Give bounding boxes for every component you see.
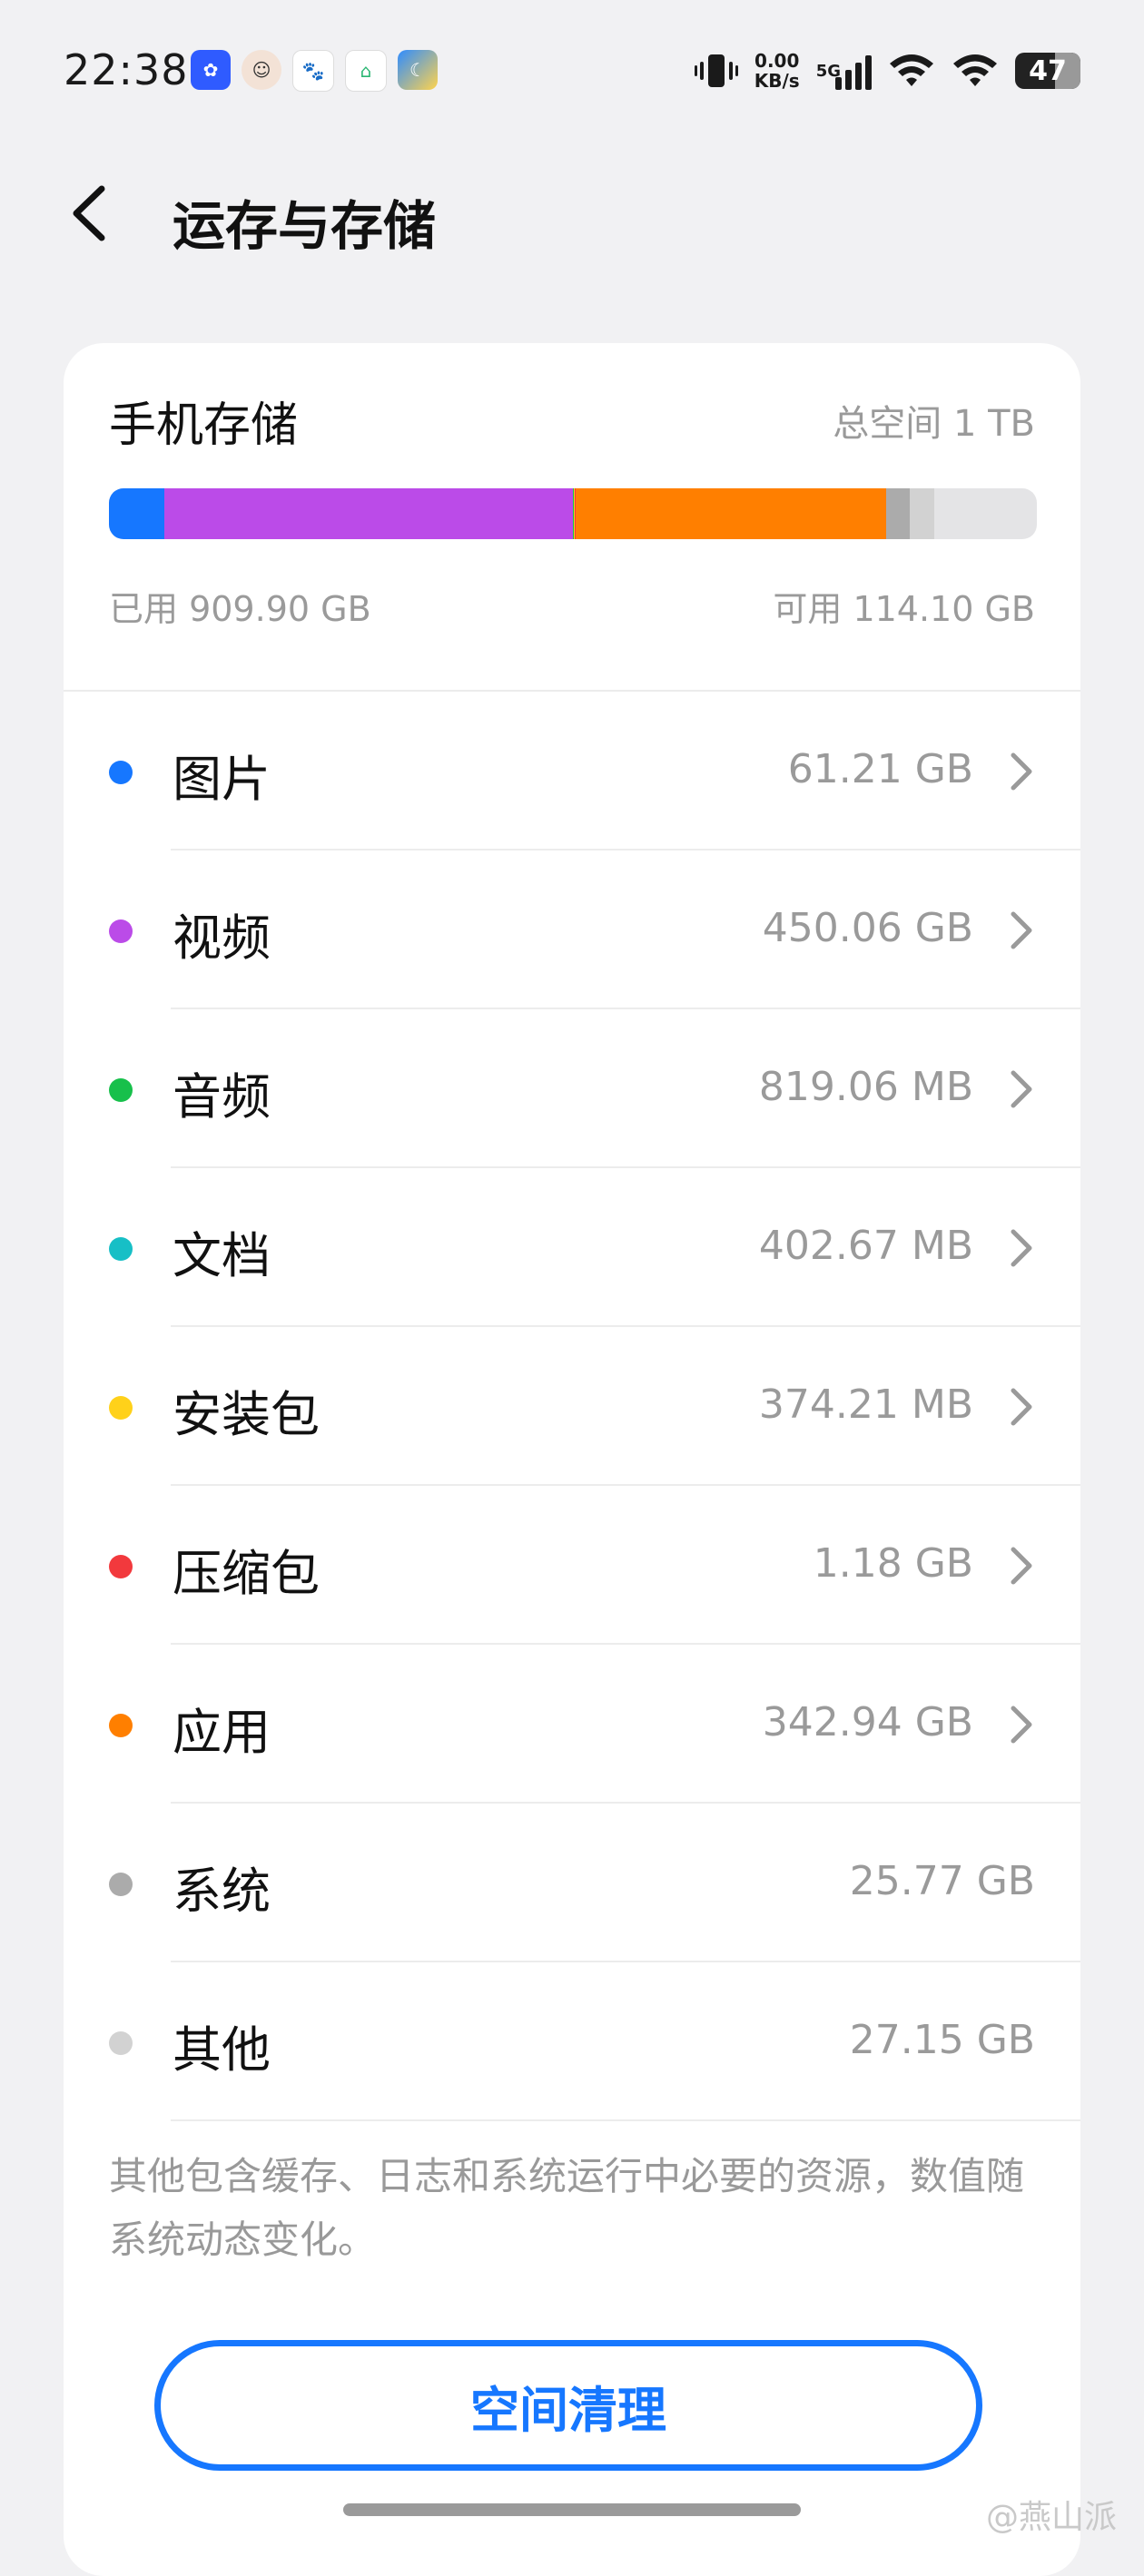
category-name: 音频 — [173, 1057, 271, 1128]
chevron-right-icon — [1008, 1069, 1035, 1109]
available-space: 可用 114.10 GB — [773, 581, 1035, 631]
chevron-right-icon — [1008, 1387, 1035, 1427]
status-bar: 22:38 ✿ ☺ 🐾 ⌂ ☾ 0.00 KB/s 5G — [0, 0, 1144, 145]
category-color-dot — [109, 1873, 133, 1896]
category-color-dot — [109, 1078, 133, 1102]
notification-icons: ✿ ☺ 🐾 ⌂ ☾ — [191, 50, 438, 92]
storage-title: 手机存储 — [109, 387, 298, 455]
usage-segment — [886, 488, 910, 539]
net-speed: 0.00 KB/s — [754, 51, 800, 91]
moon-notification-icon: ☾ — [398, 50, 438, 90]
other-note: 其他包含缓存、日志和系统运行中必要的资源，数值随系统动态变化。 — [109, 2145, 1044, 2272]
wifi-icon — [952, 51, 999, 91]
category-row: 其他 27.15 GB — [64, 1962, 1080, 2121]
usage-segment — [109, 488, 164, 539]
category-row[interactable]: 应用 342.94 GB — [64, 1645, 1080, 1804]
category-row[interactable]: 图片 61.21 GB — [64, 692, 1080, 850]
category-name: 文档 — [173, 1215, 271, 1287]
category-name: 压缩包 — [173, 1533, 320, 1605]
category-name: 图片 — [173, 739, 271, 811]
category-row[interactable]: 压缩包 1.18 GB — [64, 1486, 1080, 1645]
category-name: 视频 — [173, 898, 271, 969]
category-row[interactable]: 视频 450.06 GB — [64, 850, 1080, 1009]
watermark: @燕山派 — [986, 2491, 1117, 2538]
chevron-right-icon — [1008, 1705, 1035, 1745]
row-divider — [171, 2119, 1080, 2121]
usage-segment — [910, 488, 934, 539]
category-name: 安装包 — [173, 1374, 320, 1446]
category-size: 819.06 MB — [759, 1064, 973, 1110]
category-size: 1.18 GB — [814, 1540, 973, 1587]
baidu-notification-icon: 🐾 — [292, 50, 334, 92]
category-size: 27.15 GB — [850, 2017, 1035, 2063]
home-indicator[interactable] — [343, 2503, 801, 2516]
chevron-right-icon — [1008, 1546, 1035, 1586]
battery-level: 47 — [1029, 55, 1067, 87]
category-size: 61.21 GB — [788, 746, 973, 792]
back-button[interactable] — [64, 182, 118, 245]
category-size: 450.06 GB — [763, 905, 973, 951]
status-time: 22:38 — [64, 45, 189, 94]
page-title: 运存与存储 — [173, 183, 436, 260]
category-row[interactable]: 文档 402.67 MB — [64, 1168, 1080, 1327]
used-space: 已用 909.90 GB — [109, 581, 371, 631]
net-speed-value: 0.00 — [754, 51, 800, 71]
category-row[interactable]: 音频 819.06 MB — [64, 1009, 1080, 1168]
space-clean-button[interactable]: 空间清理 — [154, 2340, 982, 2471]
category-size: 402.67 MB — [759, 1223, 973, 1269]
vibrate-icon — [695, 51, 738, 91]
category-name: 其他 — [173, 2010, 271, 2081]
home-notification-icon: ⌂ — [345, 50, 387, 92]
battery-icon: 47 — [1015, 53, 1080, 89]
category-size: 25.77 GB — [850, 1858, 1035, 1904]
status-right: 0.00 KB/s 5G 47 — [695, 45, 1080, 96]
category-color-dot — [109, 1396, 133, 1420]
signal-icon: 5G — [816, 52, 872, 90]
category-color-dot — [109, 761, 133, 784]
net-type: 5G — [816, 62, 841, 81]
category-color-dot — [109, 1714, 133, 1737]
category-row: 系统 25.77 GB — [64, 1804, 1080, 1962]
total-space: 总空间 1 TB — [833, 394, 1035, 447]
net-speed-unit: KB/s — [754, 71, 800, 91]
app-notification-icon: ✿ — [191, 50, 231, 90]
usage-segment — [164, 488, 573, 539]
back-arrow-icon — [64, 182, 118, 245]
category-size: 342.94 GB — [763, 1699, 973, 1745]
category-color-dot — [109, 1555, 133, 1578]
chevron-right-icon — [1008, 752, 1035, 791]
chevron-right-icon — [1008, 910, 1035, 950]
category-color-dot — [109, 1237, 133, 1261]
category-name: 系统 — [173, 1851, 271, 1922]
chevron-right-icon — [1008, 1228, 1035, 1268]
avatar-notification-icon: ☺ — [242, 50, 281, 90]
storage-usage-bar — [109, 488, 1037, 539]
category-name: 应用 — [173, 1692, 271, 1764]
category-list: 图片 61.21 GB 视频 450.06 GB 音频 819.06 MB 文档 402.67… — [64, 692, 1080, 2121]
category-color-dot — [109, 919, 133, 943]
usage-segment — [576, 488, 886, 539]
wifi-icon — [888, 51, 935, 91]
storage-card: 手机存储 总空间 1 TB 已用 909.90 GB 可用 114.10 GB … — [64, 343, 1080, 2576]
category-row[interactable]: 安装包 374.21 MB — [64, 1327, 1080, 1486]
category-size: 374.21 MB — [759, 1381, 973, 1428]
category-color-dot — [109, 2031, 133, 2055]
header: 运存与存储 — [0, 163, 1144, 263]
